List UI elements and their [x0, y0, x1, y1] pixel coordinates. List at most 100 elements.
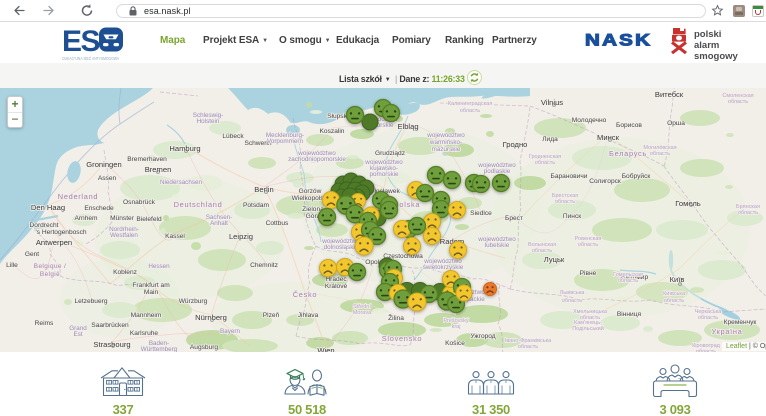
svg-text:pomorskie: pomorskie: [369, 171, 399, 178]
svg-text:Slovensko: Slovensko: [382, 334, 422, 343]
svg-text:Барановичи: Барановичи: [551, 173, 588, 180]
svg-text:Солигорск: Солигорск: [589, 178, 621, 185]
svg-text:Bremen: Bremen: [145, 165, 172, 174]
svg-text:Holstein: Holstein: [197, 118, 220, 125]
svg-text:Київ: Київ: [670, 275, 685, 284]
svg-text:Nederland: Nederland: [58, 192, 98, 201]
svg-text:Leipzig: Leipzig: [229, 232, 253, 241]
svg-text:Reims: Reims: [35, 320, 54, 327]
svg-text:Gent: Gent: [25, 251, 39, 258]
svg-text:Bremerhaven: Bremerhaven: [127, 156, 167, 163]
svg-text:Kassel: Kassel: [165, 233, 185, 240]
svg-text:mazurskie: mazurskie: [432, 146, 461, 153]
svg-text:Elbląg: Elbląg: [397, 122, 418, 131]
svg-text:województwo: województwo: [426, 132, 465, 139]
svg-text:NASK: NASK: [585, 33, 652, 49]
svg-text:область: область: [578, 242, 598, 248]
svg-text:Подільський: Подільський: [572, 325, 604, 332]
svg-text:Bayern: Bayern: [220, 328, 240, 335]
svg-text:область: область: [555, 199, 575, 205]
svg-text:Vilnius: Vilnius: [541, 98, 563, 107]
svg-text:область: область: [664, 298, 684, 304]
svg-text:Gorzów: Gorzów: [299, 188, 322, 195]
svg-text:Беларусь: Беларусь: [609, 149, 647, 158]
svg-text:Молодечно: Молодечно: [572, 117, 607, 124]
svg-text:'s Hertogenbosch: 's Hertogenbosch: [35, 229, 86, 236]
svg-text:Лида: Лида: [542, 136, 558, 143]
svg-text:Augsburg: Augsburg: [190, 344, 219, 351]
svg-text:Chemnitz: Chemnitz: [250, 262, 278, 269]
svg-text:Arnhem: Arnhem: [74, 215, 98, 222]
svg-text:Кременчук: Кременчук: [724, 319, 757, 326]
svg-text:Est: Est: [73, 331, 82, 338]
svg-text:Ужгород: Ужгород: [470, 333, 495, 340]
svg-text:Брест: Брест: [505, 215, 523, 222]
svg-text:область: область: [460, 108, 480, 114]
svg-text:Frankfurt am: Frankfurt am: [132, 282, 170, 289]
svg-text:Вінниця: Вінниця: [617, 310, 642, 318]
svg-text:Morava: Morava: [353, 310, 372, 316]
svg-text:Dordrecht: Dordrecht: [30, 222, 59, 229]
svg-text:Jihlava: Jihlava: [298, 312, 319, 319]
svg-text:Słupsk: Słupsk: [327, 113, 347, 120]
svg-text:Antwerpen: Antwerpen: [36, 238, 72, 247]
svg-text:Osnabrück: Osnabrück: [123, 199, 156, 206]
svg-text:Letzebuerg: Letzebuerg: [75, 298, 108, 305]
svg-text:Belgique /: Belgique /: [34, 263, 66, 270]
svg-text:Бобруйск: Бобруйск: [622, 172, 651, 180]
svg-text:Würzburg: Würzburg: [179, 298, 208, 305]
svg-text:Борисов: Борисов: [616, 122, 642, 129]
svg-text:область: область: [518, 344, 538, 350]
svg-text:Westfalen: Westfalen: [110, 232, 138, 239]
svg-text:Siedlce: Siedlce: [470, 210, 492, 217]
svg-text:Koszalin: Koszalin: [320, 128, 345, 135]
svg-text:Česko: Česko: [293, 290, 317, 299]
svg-text:Cottbus: Cottbus: [266, 220, 289, 227]
svg-text:Калининградская: Калининградская: [448, 101, 492, 107]
svg-text:область: область: [728, 99, 748, 105]
svg-text:Vorpommern: Vorpommern: [267, 138, 304, 145]
svg-text:Niedersachsen: Niedersachsen: [160, 179, 203, 186]
svg-text:EDUKACYJNA SIEĆ ANTYSMOGOWA: EDUKACYJNA SIEĆ ANTYSMOGOWA: [62, 56, 119, 61]
svg-text:область: область: [698, 315, 718, 321]
svg-text:België: België: [40, 271, 60, 278]
svg-text:Гомель: Гомель: [675, 199, 700, 208]
svg-text:świętokrzyskie: świętokrzyskie: [423, 264, 464, 271]
svg-text:Орша: Орша: [667, 120, 685, 127]
svg-text:Assen: Assen: [98, 175, 117, 182]
svg-text:Рівне: Рівне: [580, 269, 597, 277]
svg-text:Anhalt: Anhalt: [210, 220, 228, 227]
svg-text:Bielefeld: Bielefeld: [136, 216, 162, 223]
svg-text:Hessen: Hessen: [148, 263, 170, 270]
svg-text:Пинск: Пинск: [563, 213, 581, 220]
svg-text:Mannheim: Mannheim: [131, 312, 162, 319]
svg-text:Strasbourg: Strasbourg: [93, 340, 130, 349]
svg-text:область: область: [562, 298, 582, 304]
svg-text:Гродно: Гродно: [503, 140, 528, 149]
svg-text:Enschede: Enschede: [84, 205, 114, 212]
svg-text:Main: Main: [144, 289, 159, 296]
svg-text:Králové: Králové: [325, 283, 348, 290]
svg-text:warmińsko-: warmińsko-: [429, 139, 462, 146]
svg-text:область: область: [738, 210, 758, 216]
svg-text:Grudziądz: Grudziądz: [375, 150, 405, 157]
svg-text:podlaskie: podlaskie: [484, 168, 511, 175]
svg-text:Lübeck: Lübeck: [222, 133, 244, 140]
svg-text:Košice: Košice: [445, 340, 465, 347]
svg-text:область: область: [535, 160, 555, 166]
svg-text:dolnośląskie: dolnośląskie: [324, 244, 359, 251]
svg-text:Potsdam: Potsdam: [243, 202, 270, 209]
svg-text:Lille: Lille: [6, 262, 18, 269]
svg-text:Plzeň: Plzeň: [263, 312, 280, 319]
svg-text:lubelskie: lubelskie: [485, 242, 510, 249]
svg-text:область: область: [650, 151, 670, 157]
svg-text:Україна: Україна: [712, 327, 743, 336]
svg-text:область: область: [532, 248, 552, 254]
svg-text:Groningen: Groningen: [86, 160, 121, 169]
svg-text:Karlsruhe: Karlsruhe: [130, 330, 159, 337]
svg-text:zachodniopomorskie: zachodniopomorskie: [288, 156, 346, 163]
svg-text:Витебск: Витебск: [655, 90, 684, 99]
svg-text:Žilina: Žilina: [388, 313, 404, 322]
svg-text:Hradec: Hradec: [325, 276, 347, 283]
svg-text:Koblenz: Koblenz: [113, 269, 137, 276]
